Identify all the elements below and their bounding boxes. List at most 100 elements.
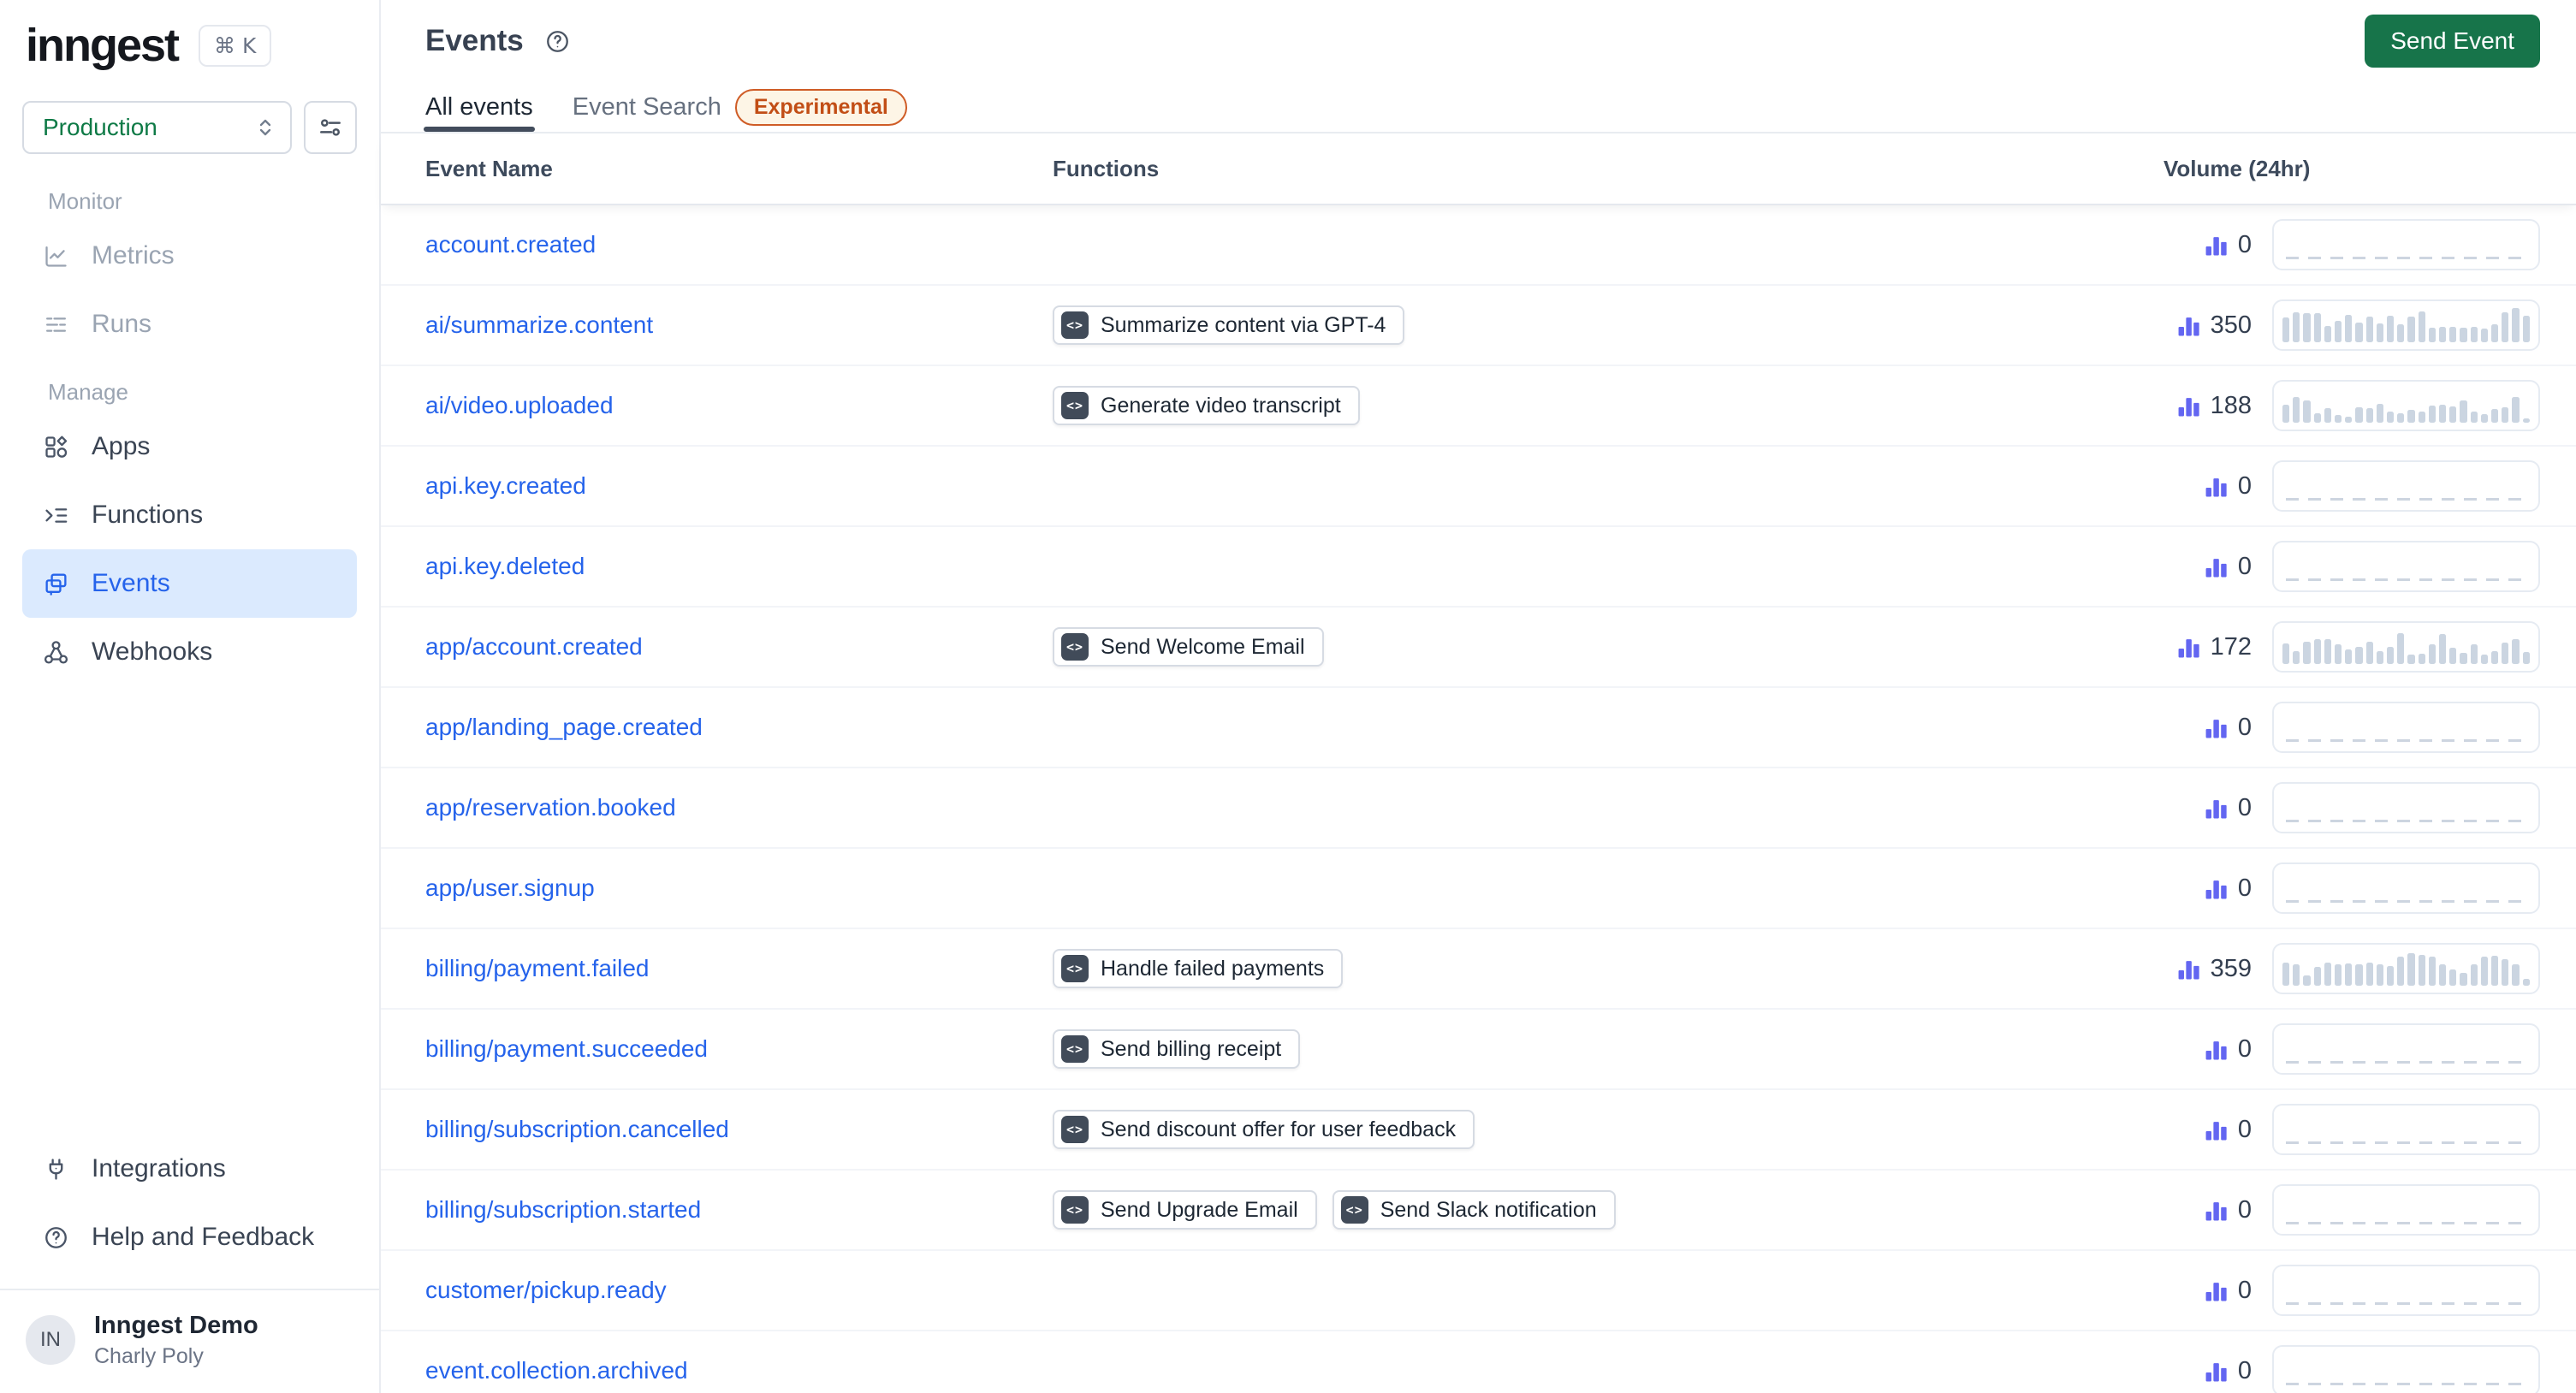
bar-chart-icon — [2205, 1038, 2228, 1061]
event-name-link[interactable]: app/landing_page.created — [425, 714, 703, 740]
event-name-link[interactable]: billing/payment.failed — [425, 955, 650, 981]
command-k-shortcut[interactable]: ⌘ K — [199, 24, 272, 67]
event-name-link[interactable]: api.key.deleted — [425, 553, 585, 579]
sparkline-bar — [2376, 964, 2384, 986]
event-name-link[interactable]: billing/payment.succeeded — [425, 1035, 708, 1062]
send-event-button[interactable]: Send Event — [2365, 15, 2540, 68]
sparkline-bar — [2397, 413, 2405, 423]
sparkline-bar — [2428, 957, 2437, 986]
function-pill-generate-video-transcript[interactable]: <> Generate video transcript — [1053, 386, 1360, 425]
event-name-link[interactable]: account.created — [425, 231, 596, 258]
environment-selector[interactable]: Production — [22, 101, 292, 154]
volume-sparkline — [2272, 1265, 2540, 1316]
event-name-link[interactable]: ai/video.uploaded — [425, 392, 614, 418]
sparkline-empty-baseline — [2286, 1222, 2526, 1224]
event-name-link[interactable]: app/reservation.booked — [425, 794, 676, 821]
volume-cell: 0 — [2163, 541, 2540, 592]
sparkline-bar — [2293, 312, 2300, 342]
table-row: app/account.created <> Send Welcome Emai… — [381, 608, 2576, 688]
event-name-cell: billing/subscription.cancelled — [425, 1116, 1053, 1143]
sparkline-bar — [2397, 324, 2405, 342]
sparkline-bar — [2293, 651, 2300, 664]
function-pill-handle-failed-payments[interactable]: <> Handle failed payments — [1053, 949, 1344, 988]
bar-chart-icon — [2205, 1279, 2228, 1302]
volume-count: 0 — [2205, 1116, 2252, 1144]
sidebar-item-apps[interactable]: Apps — [22, 412, 357, 481]
user-menu[interactable]: IN Inngest Demo Charly Poly — [0, 1290, 379, 1393]
volume-value: 0 — [2237, 1034, 2252, 1063]
volume-count: 0 — [2205, 794, 2252, 822]
sparkline-empty-baseline — [2286, 1302, 2526, 1305]
sidebar-item-help-and-feedback[interactable]: Help and Feedback — [22, 1203, 357, 1271]
volume-count: 0 — [2205, 1277, 2252, 1305]
sidebar-item-webhooks[interactable]: Webhooks — [22, 618, 357, 686]
function-pill-send-upgrade-email[interactable]: <> Send Upgrade Email — [1053, 1190, 1317, 1230]
sparkline-bar — [2491, 324, 2499, 342]
functions-cell: <> Send billing receipt — [1053, 1029, 2163, 1069]
volume-value: 0 — [2237, 874, 2252, 902]
event-name-link[interactable]: api.key.created — [425, 472, 586, 499]
volume-value: 0 — [2237, 1115, 2252, 1143]
sparkline-bar — [2376, 404, 2384, 423]
code-icon: <> — [1061, 392, 1089, 419]
function-pill-send-discount-offer-for-user-feedback[interactable]: <> Send discount offer for user feedback — [1053, 1110, 1475, 1149]
sparkline-bar — [2470, 964, 2478, 986]
sidebar-item-functions[interactable]: Functions — [22, 481, 357, 549]
function-pill-summarize-content-via-gpt-4[interactable]: <> Summarize content via GPT-4 — [1053, 305, 1405, 345]
sparkline-bar — [2522, 652, 2530, 664]
event-name-link[interactable]: billing/subscription.cancelled — [425, 1116, 729, 1142]
sparkline-bar — [2345, 963, 2353, 986]
tab-label: All events — [425, 92, 533, 121]
sparkline-empty-baseline — [2286, 900, 2526, 903]
tab-event-search[interactable]: Event Search Experimental — [573, 82, 907, 132]
sparkline-bar — [2512, 639, 2520, 664]
volume-sparkline — [2272, 1023, 2540, 1075]
sparkline-bar — [2387, 966, 2395, 986]
sparkline-bar — [2282, 405, 2290, 423]
sparkline-bar — [2480, 655, 2489, 664]
nav-section-monitor: Monitor — [48, 188, 122, 214]
function-pill-send-slack-notification[interactable]: <> Send Slack notification — [1332, 1190, 1616, 1230]
chevron-up-down-icon — [252, 115, 278, 140]
volume-count: 0 — [2205, 1035, 2252, 1064]
event-name-link[interactable]: ai/summarize.content — [425, 311, 653, 338]
sidebar-nav: Monitor Metrics Runs Manage Apps Functio… — [0, 168, 379, 686]
sparkline-bar — [2470, 644, 2478, 664]
sidebar: inngest ⌘ K Production Monitor Metrics R… — [0, 0, 381, 1393]
event-name-link[interactable]: app/account.created — [425, 633, 643, 660]
sidebar-item-runs[interactable]: Runs — [22, 290, 357, 359]
sparkline-bar — [2397, 633, 2405, 664]
sparkline-empty-baseline — [2286, 1141, 2526, 1144]
sparkline-bar — [2324, 639, 2332, 664]
sparkline-bar — [2387, 412, 2395, 423]
code-icon: <> — [1061, 1196, 1089, 1224]
sidebar-item-integrations[interactable]: Integrations — [22, 1135, 357, 1203]
function-pill-send-billing-receipt[interactable]: <> Send billing receipt — [1053, 1029, 1301, 1069]
volume-count: 172 — [2177, 633, 2252, 661]
table-row: billing/payment.failed <> Handle failed … — [381, 929, 2576, 1010]
help-circle-icon[interactable] — [544, 28, 571, 55]
function-pill-send-welcome-email[interactable]: <> Send Welcome Email — [1053, 627, 1324, 667]
inngest-logo[interactable]: inngest — [26, 22, 180, 68]
sparkline-bar — [2293, 397, 2300, 423]
sidebar-item-events[interactable]: Events — [22, 549, 357, 618]
sidebar-item-metrics[interactable]: Metrics — [22, 222, 357, 290]
volume-cell: 0 — [2163, 1265, 2540, 1316]
sparkline-bar — [2418, 955, 2425, 986]
sparkline-bar — [2345, 315, 2353, 342]
event-name-link[interactable]: event.collection.archived — [425, 1357, 688, 1384]
volume-cell: 0 — [2163, 1184, 2540, 1236]
tab-all-events[interactable]: All events — [424, 82, 535, 132]
column-header-event-name: Event Name — [425, 155, 553, 181]
webhooks-icon — [43, 639, 69, 666]
volume-value: 0 — [2237, 552, 2252, 580]
environment-filter-button[interactable] — [304, 101, 357, 154]
event-name-link[interactable]: billing/subscription.started — [425, 1196, 701, 1223]
volume-sparkline — [2272, 1104, 2540, 1155]
event-name-link[interactable]: customer/pickup.ready — [425, 1277, 667, 1303]
sparkline-bar — [2502, 407, 2509, 423]
volume-sparkline — [2272, 702, 2540, 753]
sparkline-bar — [2313, 313, 2321, 342]
event-name-link[interactable]: app/user.signup — [425, 874, 595, 901]
table-row: account.created 0 — [381, 205, 2576, 286]
